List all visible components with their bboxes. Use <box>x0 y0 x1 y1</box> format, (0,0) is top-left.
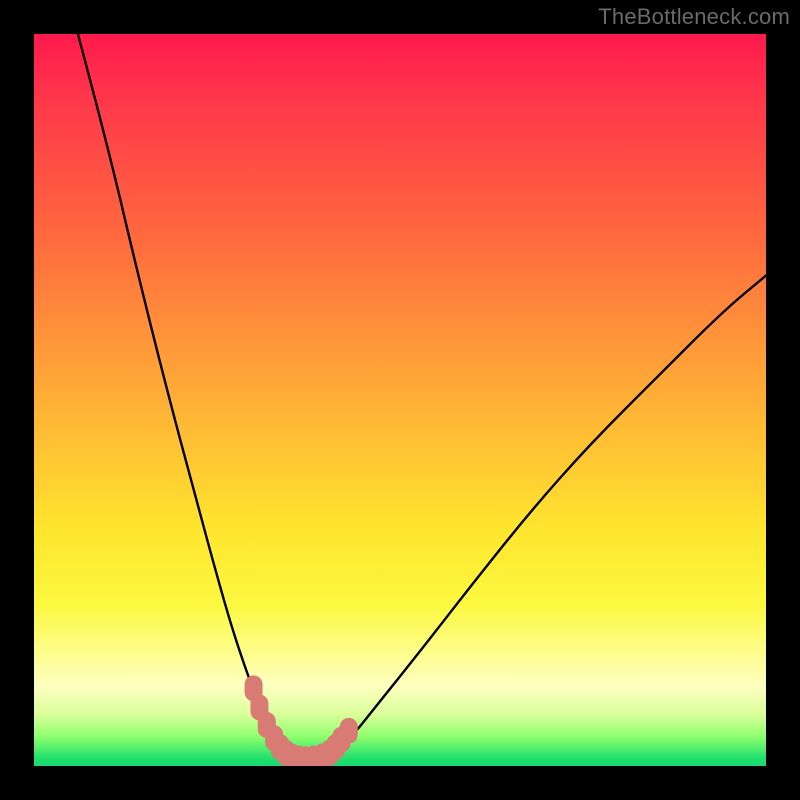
curve-svg <box>34 34 766 766</box>
marker-group <box>245 675 358 766</box>
chart-frame: TheBottleneck.com <box>0 0 800 800</box>
watermark-text: TheBottleneck.com <box>598 4 790 30</box>
marker <box>340 718 358 744</box>
bottleneck-curve <box>78 34 766 760</box>
plot-area <box>34 34 766 766</box>
